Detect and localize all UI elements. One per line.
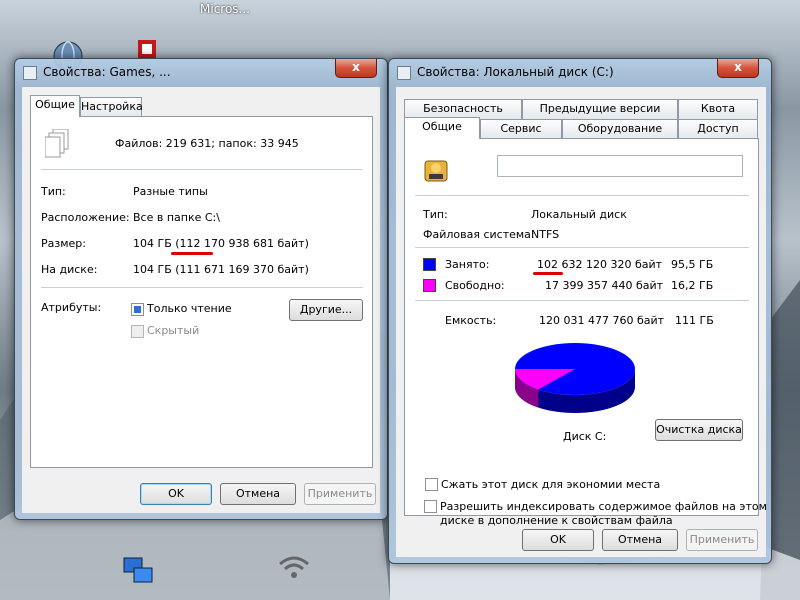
size-value: 104 ГБ (112 170 938 681 байт) xyxy=(133,237,309,250)
divider xyxy=(415,300,749,301)
ok-button[interactable]: OK xyxy=(140,483,212,505)
cancel-button[interactable]: Отмена xyxy=(220,483,296,505)
fs-value: NTFS xyxy=(531,228,560,241)
used-color-swatch xyxy=(423,258,436,271)
free-gb: 16,2 ГБ xyxy=(671,279,714,292)
other-attributes-button[interactable]: Другие... xyxy=(289,299,363,321)
files-summary: Файлов: 219 631; папок: 33 945 xyxy=(115,137,299,150)
type-label: Тип: xyxy=(41,185,66,198)
disk-label: Диск C: xyxy=(563,430,607,443)
disk-cleanup-button[interactable]: Очистка диска xyxy=(655,419,743,441)
fs-label: Файловая система: xyxy=(423,228,535,241)
location-value: Все в папке C:\ xyxy=(133,211,220,224)
disk-usage-pie-chart xyxy=(515,343,635,413)
free-color-swatch xyxy=(423,279,436,292)
size-label: Размер: xyxy=(41,237,86,250)
capacity-bytes: 120 031 477 760 байт xyxy=(539,314,665,327)
network-icon[interactable] xyxy=(120,552,156,588)
disk-client: Безопасность Предыдущие версии Квота Общ… xyxy=(396,87,767,557)
apply-button[interactable]: Применить xyxy=(686,529,758,551)
window-title: Свойства: Games, ... xyxy=(43,65,171,79)
hidden-label: Скрытый xyxy=(147,324,200,337)
folder-icon xyxy=(23,66,37,80)
capacity-gb: 111 ГБ xyxy=(675,314,714,327)
volume-name-input[interactable] xyxy=(497,155,743,177)
disk-properties-window: Свойства: Локальный диск (C:) x Безопасн… xyxy=(388,58,772,564)
used-gb: 95,5 ГБ xyxy=(671,258,714,271)
used-label: Занято: xyxy=(445,258,490,271)
games-titlebar[interactable]: Свойства: Games, ... x xyxy=(15,59,387,87)
apply-button[interactable]: Применить xyxy=(304,483,376,505)
on-disk-label: На диске: xyxy=(41,263,98,276)
tab-service[interactable]: Сервис xyxy=(480,119,562,139)
compress-label: Сжать этот диск для экономии места xyxy=(441,478,661,491)
tab-quota[interactable]: Квота xyxy=(678,99,758,119)
disk-titlebar[interactable]: Свойства: Локальный диск (C:) x xyxy=(389,59,771,87)
red-underline-annotation xyxy=(171,252,213,255)
readonly-label: Только чтение xyxy=(147,302,232,315)
tab-general[interactable]: Общие xyxy=(404,117,480,139)
tab-sharing[interactable]: Доступ xyxy=(678,119,758,139)
location-label: Расположение: xyxy=(41,211,130,224)
divider xyxy=(415,247,749,248)
on-disk-value: 104 ГБ (111 671 169 370 байт) xyxy=(133,263,309,276)
index-label-line1: Разрешить индексировать содержимое файло… xyxy=(440,500,767,513)
tab-previous-versions[interactable]: Предыдущие версии xyxy=(522,99,678,119)
drive-icon xyxy=(397,66,411,80)
tab-hardware[interactable]: Оборудование xyxy=(562,119,678,139)
cancel-button[interactable]: Отмена xyxy=(602,529,678,551)
ok-button[interactable]: OK xyxy=(522,529,594,551)
close-button[interactable]: x xyxy=(717,59,759,78)
games-properties-window: Свойства: Games, ... x Общие Настройка Ф… xyxy=(14,58,388,520)
divider xyxy=(41,287,363,288)
divider xyxy=(415,195,749,196)
type-label: Тип: xyxy=(423,208,448,221)
multiple-files-icon xyxy=(45,129,69,158)
index-checkbox[interactable] xyxy=(424,500,437,513)
type-value: Локальный диск xyxy=(531,208,627,221)
free-bytes: 17 399 357 440 байт xyxy=(545,279,664,292)
tab-general[interactable]: Общие xyxy=(30,95,80,117)
close-button[interactable]: x xyxy=(335,59,377,78)
compress-checkbox[interactable] xyxy=(425,478,438,491)
general-panel: Тип: Локальный диск Файловая система: NT… xyxy=(404,138,759,516)
games-client: Общие Настройка Файлов: 219 631; папок: … xyxy=(22,87,380,513)
general-panel: Файлов: 219 631; папок: 33 945 Тип: Разн… xyxy=(30,116,373,468)
desktop-icon-label[interactable]: Micros... xyxy=(200,2,250,16)
divider xyxy=(41,169,363,170)
type-value: Разные типы xyxy=(133,185,208,198)
capacity-label: Емкость: xyxy=(445,314,497,327)
index-label-line2: диске в дополнение к свойствам файла xyxy=(440,514,673,527)
hidden-checkbox[interactable] xyxy=(131,325,144,338)
tab-settings[interactable]: Настройка xyxy=(80,97,143,117)
window-title: Свойства: Локальный диск (C:) xyxy=(417,65,614,79)
used-bytes: 102 632 120 320 байт xyxy=(537,258,663,271)
drive-image-icon xyxy=(424,160,448,182)
tab-security[interactable]: Безопасность xyxy=(404,99,522,119)
red-underline-annotation xyxy=(533,272,563,275)
readonly-checkbox[interactable] xyxy=(131,303,144,316)
free-label: Свободно: xyxy=(445,279,505,292)
wifi-icon[interactable] xyxy=(276,550,312,586)
attributes-label: Атрибуты: xyxy=(41,301,102,314)
